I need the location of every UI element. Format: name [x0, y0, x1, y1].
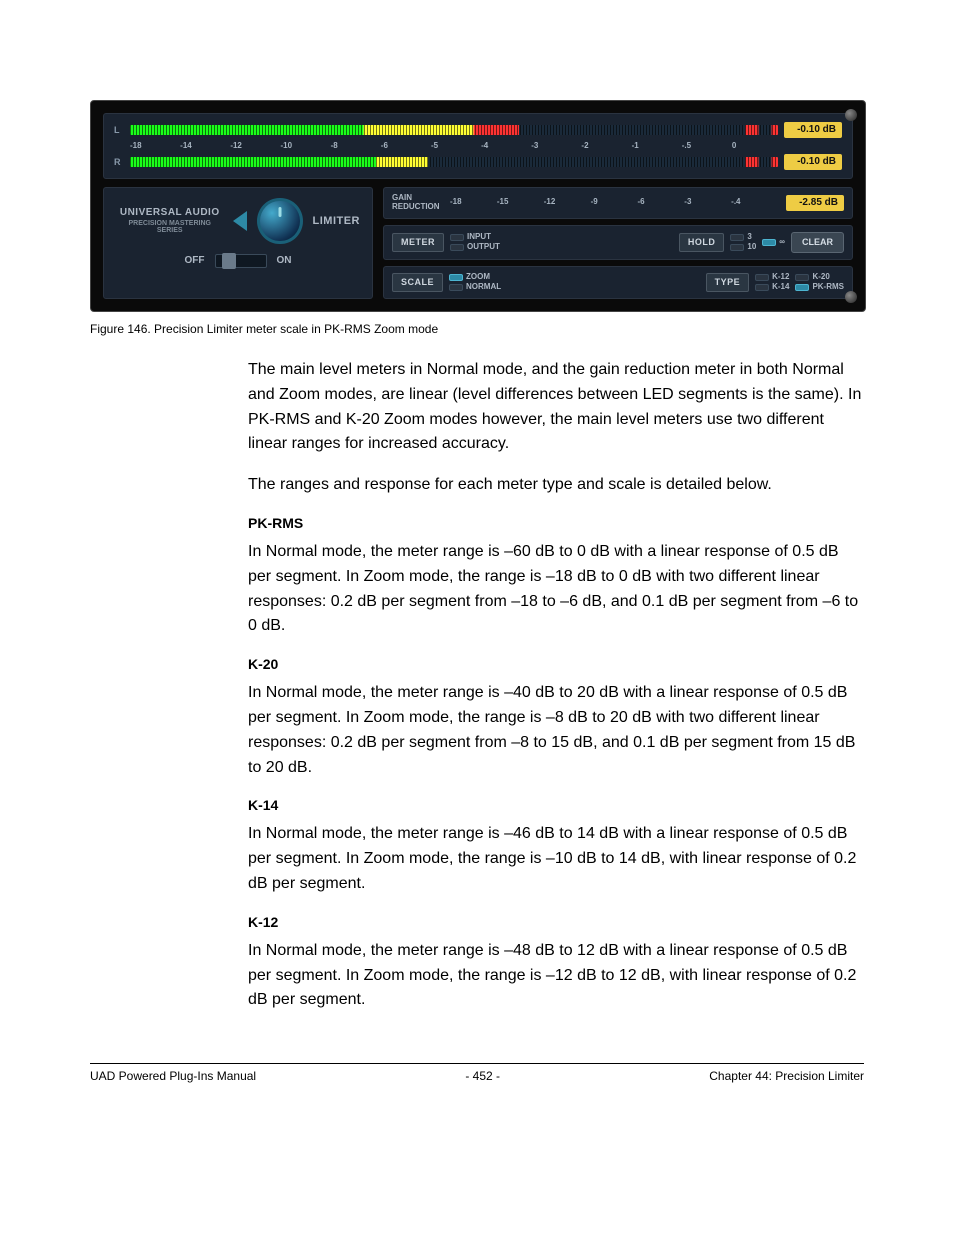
led-icon	[795, 284, 809, 291]
limiter-label: LIMITER	[313, 216, 361, 227]
scale-button[interactable]: SCALE	[392, 273, 443, 292]
brand-title: UNIVERSAL AUDIO	[120, 208, 220, 218]
brand-panel: UNIVERSAL AUDIO PRECISION MASTERING SERI…	[103, 187, 373, 299]
led-icon	[762, 239, 776, 246]
led-icon	[450, 244, 464, 251]
led-icon	[755, 284, 769, 291]
meter-l-bar	[130, 125, 778, 135]
gain-reduction-panel: GAIN REDUCTION -18 -15 -12 -9 -6 -3 -.4	[383, 187, 853, 219]
limiter-knob[interactable]	[257, 198, 302, 244]
paragraph: In Normal mode, the meter range is –40 d…	[248, 681, 864, 780]
meter-r-readout: -0.10 dB	[784, 154, 842, 170]
footer-right: Chapter 44: Precision Limiter	[709, 1070, 864, 1082]
paragraph: In Normal mode, the meter range is –60 d…	[248, 540, 864, 639]
meter-l-label: L	[114, 126, 124, 135]
led-icon	[730, 244, 744, 251]
led-icon	[449, 274, 463, 281]
heading-k20: K-20	[248, 657, 864, 671]
heading-k14: K-14	[248, 798, 864, 812]
type-button[interactable]: TYPE	[706, 273, 750, 292]
screw-icon	[845, 109, 857, 121]
heading-pkrms: PK-RMS	[248, 516, 864, 530]
off-label: OFF	[185, 256, 205, 266]
heading-k12: K-12	[248, 915, 864, 929]
gr-ticks: -18 -15 -12 -9 -6 -3 -.4	[450, 198, 778, 206]
led-icon	[730, 234, 744, 241]
page-footer: UAD Powered Plug-Ins Manual - 452 - Chap…	[90, 1063, 864, 1082]
precision-limiter-ui: L -0.10 dB -18 -14 -12 -10 -8 -6 -5 -4 -…	[90, 100, 866, 312]
meter-ticks: -18 -14 -12 -10 -8 -6 -5 -4 -3 -2 -1 -.5…	[114, 142, 842, 150]
gr-readout: -2.85 dB	[786, 195, 844, 211]
led-icon	[755, 274, 769, 281]
footer-left: UAD Powered Plug-Ins Manual	[90, 1070, 256, 1082]
paragraph: The main level meters in Normal mode, an…	[248, 358, 864, 457]
screw-icon	[845, 291, 857, 303]
led-icon	[449, 284, 463, 291]
chevron-icon	[233, 211, 247, 231]
paragraph: The ranges and response for each meter t…	[248, 473, 864, 498]
controls-row-1: METER INPUT OUTPUT HOLD 3 10 ∞ CLEAR	[383, 225, 853, 260]
led-icon	[795, 274, 809, 281]
led-icon	[450, 234, 464, 241]
on-label: ON	[277, 256, 292, 266]
figure-caption: Figure 146. Precision Limiter meter scal…	[90, 322, 864, 336]
paragraph: In Normal mode, the meter range is –48 d…	[248, 939, 864, 1013]
brand-subtitle: PRECISION MASTERING SERIES	[116, 220, 223, 234]
hold-button[interactable]: HOLD	[679, 233, 725, 252]
clear-button[interactable]: CLEAR	[791, 232, 844, 253]
footer-center: - 452 -	[465, 1070, 500, 1082]
gr-label: GAIN REDUCTION	[392, 194, 442, 212]
meter-l-readout: -0.10 dB	[784, 122, 842, 138]
paragraph: In Normal mode, the meter range is –46 d…	[248, 822, 864, 896]
body-text: The main level meters in Normal mode, an…	[248, 358, 864, 1013]
meter-button[interactable]: METER	[392, 233, 444, 252]
main-meters-panel: L -0.10 dB -18 -14 -12 -10 -8 -6 -5 -4 -…	[103, 113, 853, 179]
controls-row-2: SCALE ZOOM NORMAL TYPE K-12 K-14 K-20 PK…	[383, 266, 853, 299]
power-slider[interactable]	[215, 254, 267, 268]
meter-r-bar	[130, 157, 778, 167]
meter-r-label: R	[114, 158, 124, 167]
